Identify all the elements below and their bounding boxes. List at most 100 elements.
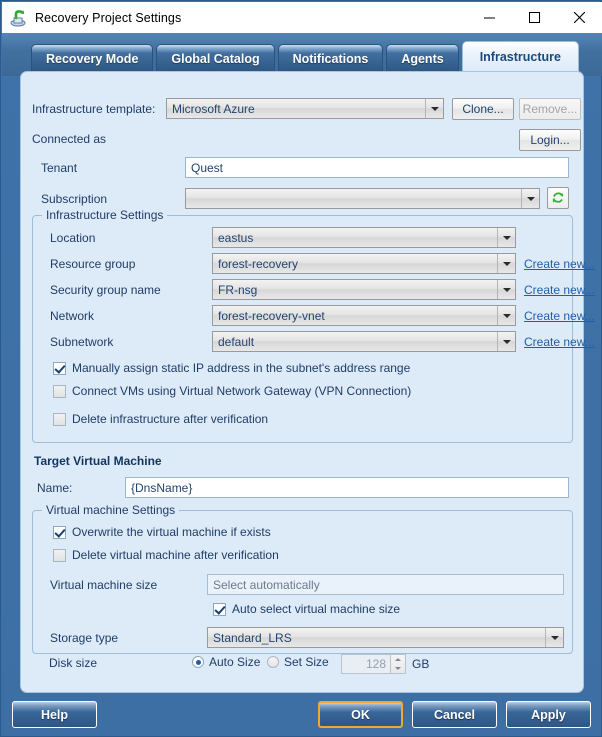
tenant-value: Quest <box>191 160 224 175</box>
location-value: eastus <box>218 230 254 245</box>
location-combo[interactable]: eastus <box>212 227 516 248</box>
infrastructure-template-combo[interactable]: Microsoft Azure <box>166 98 444 119</box>
create-new-resource-group-link[interactable]: Create new... <box>524 257 595 271</box>
security-group-name-combo[interactable]: FR-nsg <box>212 279 516 300</box>
disk-size-label: Disk size <box>49 656 98 670</box>
tab-agents[interactable]: Agents <box>386 44 459 72</box>
storage-type-combo[interactable]: Standard_LRS <box>207 627 564 648</box>
dialog-window: Recovery Project Settings Recovery Mode … <box>0 0 602 737</box>
checkbox-overwrite-vm-label: Overwrite the virtual machine if exists <box>72 525 271 539</box>
checkbox-manual-static-ip-label: Manually assign static IP address in the… <box>72 361 411 375</box>
radio-set-size[interactable]: Set Size <box>267 655 329 669</box>
resource-group-label: Resource group <box>50 257 136 271</box>
storage-type-value: Standard_LRS <box>213 630 292 645</box>
create-new-security-group-link[interactable]: Create new... <box>524 283 595 297</box>
radio-set-size-label: Set Size <box>284 655 329 669</box>
subnetwork-combo[interactable]: default <box>212 331 516 352</box>
checkbox-auto-select-vm-size[interactable]: Auto select virtual machine size <box>213 602 400 616</box>
chevron-down-icon <box>521 189 539 208</box>
help-button[interactable]: Help <box>12 701 97 728</box>
caption-buttons <box>467 2 602 33</box>
disk-size-unit: GB <box>412 657 430 671</box>
tab-recovery-mode[interactable]: Recovery Mode <box>31 44 154 72</box>
network-combo[interactable]: forest-recovery-vnet <box>212 305 516 326</box>
infrastructure-settings-group: Infrastructure Settings Location eastus … <box>32 208 595 443</box>
tab-infrastructure[interactable]: Infrastructure <box>461 41 579 72</box>
disk-size-value: 128 <box>365 657 386 671</box>
refresh-subscriptions-button[interactable] <box>547 187 569 209</box>
checkbox-icon <box>53 548 66 562</box>
checkbox-icon <box>213 602 226 616</box>
checkbox-icon <box>53 384 66 398</box>
chevron-down-icon <box>425 99 443 118</box>
refresh-icon <box>552 192 564 203</box>
storage-type-label: Storage type <box>50 631 119 645</box>
subscription-label: Subscription <box>41 192 108 206</box>
network-label: Network <box>50 309 95 323</box>
chevron-down-icon <box>545 628 563 647</box>
checkbox-delete-vm[interactable]: Delete virtual machine after verificatio… <box>53 548 279 562</box>
ok-button[interactable]: OK <box>318 701 403 728</box>
checkbox-icon <box>53 361 66 375</box>
clone-button[interactable]: Clone... <box>452 98 514 120</box>
stepper-down-icon[interactable] <box>391 664 405 673</box>
cancel-button[interactable]: Cancel <box>412 701 497 728</box>
window-title: Recovery Project Settings <box>35 10 182 25</box>
radio-auto-size[interactable]: Auto Size <box>192 655 260 669</box>
chevron-down-icon <box>497 280 515 299</box>
infrastructure-panel: Infrastructure template: Microsoft Azure… <box>20 71 595 693</box>
vm-size-value: Select automatically <box>213 577 320 592</box>
recovery-app-icon <box>10 9 28 27</box>
chevron-down-icon <box>497 228 515 247</box>
infrastructure-settings-title: Infrastructure Settings <box>42 208 168 222</box>
radio-icon <box>192 656 204 668</box>
vm-name-value: {DnsName} <box>131 480 193 495</box>
radio-icon <box>267 656 279 668</box>
checkbox-delete-infrastructure-label: Delete infrastructure after verification <box>72 412 269 426</box>
connected-as-label: Connected as <box>32 132 107 146</box>
security-group-name-label: Security group name <box>50 283 161 297</box>
checkbox-vpn-gateway[interactable]: Connect VMs using Virtual Network Gatewa… <box>53 384 411 398</box>
subnetwork-value: default <box>218 334 255 349</box>
checkbox-delete-infrastructure[interactable]: Delete infrastructure after verification <box>53 412 268 426</box>
minimize-button[interactable] <box>467 2 512 33</box>
tab-strip: Recovery Mode Global Catalog Notificatio… <box>2 33 602 76</box>
vm-settings-title: Virtual machine Settings <box>42 503 180 517</box>
stepper-up-icon[interactable] <box>391 655 405 664</box>
title-bar: Recovery Project Settings <box>2 2 602 34</box>
target-vm-heading: Target Virtual Machine <box>34 454 162 468</box>
vm-settings-group: Virtual machine Settings Overwrite the v… <box>32 503 573 654</box>
subnetwork-label: Subnetwork <box>50 335 114 349</box>
tenant-field[interactable]: Quest <box>185 157 569 178</box>
checkbox-auto-select-vm-size-label: Auto select virtual machine size <box>232 602 401 616</box>
apply-button[interactable]: Apply <box>506 701 591 728</box>
disk-size-input: 128 <box>341 654 391 674</box>
tab-global-catalog[interactable]: Global Catalog <box>156 44 275 72</box>
infrastructure-template-label: Infrastructure template: <box>32 102 156 116</box>
checkbox-delete-vm-label: Delete virtual machine after verificatio… <box>72 548 279 562</box>
checkbox-vpn-gateway-label: Connect VMs using Virtual Network Gatewa… <box>72 384 412 398</box>
login-button[interactable]: Login... <box>519 129 581 151</box>
security-group-name-value: FR-nsg <box>218 282 258 297</box>
disk-size-stepper <box>390 654 406 674</box>
checkbox-overwrite-vm[interactable]: Overwrite the virtual machine if exists <box>53 525 271 539</box>
checkbox-icon <box>53 525 66 539</box>
chevron-down-icon <box>497 254 515 273</box>
maximize-button[interactable] <box>512 2 557 33</box>
create-new-network-link[interactable]: Create new... <box>524 309 595 323</box>
resource-group-combo[interactable]: forest-recovery <box>212 253 516 274</box>
close-button[interactable] <box>557 2 602 33</box>
resource-group-value: forest-recovery <box>218 256 299 271</box>
checkbox-icon <box>53 412 66 426</box>
tab-notifications[interactable]: Notifications <box>277 44 384 72</box>
network-value: forest-recovery-vnet <box>218 308 325 323</box>
vm-name-label: Name: <box>37 481 73 495</box>
chevron-down-icon <box>497 332 515 351</box>
vm-size-label: Virtual machine size <box>50 578 158 592</box>
remove-button: Remove... <box>519 98 581 120</box>
infrastructure-template-value: Microsoft Azure <box>172 101 255 116</box>
subscription-combo[interactable] <box>185 188 540 209</box>
create-new-subnetwork-link[interactable]: Create new... <box>524 335 595 349</box>
vm-name-field[interactable]: {DnsName} <box>125 477 569 498</box>
checkbox-manual-static-ip[interactable]: Manually assign static IP address in the… <box>53 361 410 375</box>
